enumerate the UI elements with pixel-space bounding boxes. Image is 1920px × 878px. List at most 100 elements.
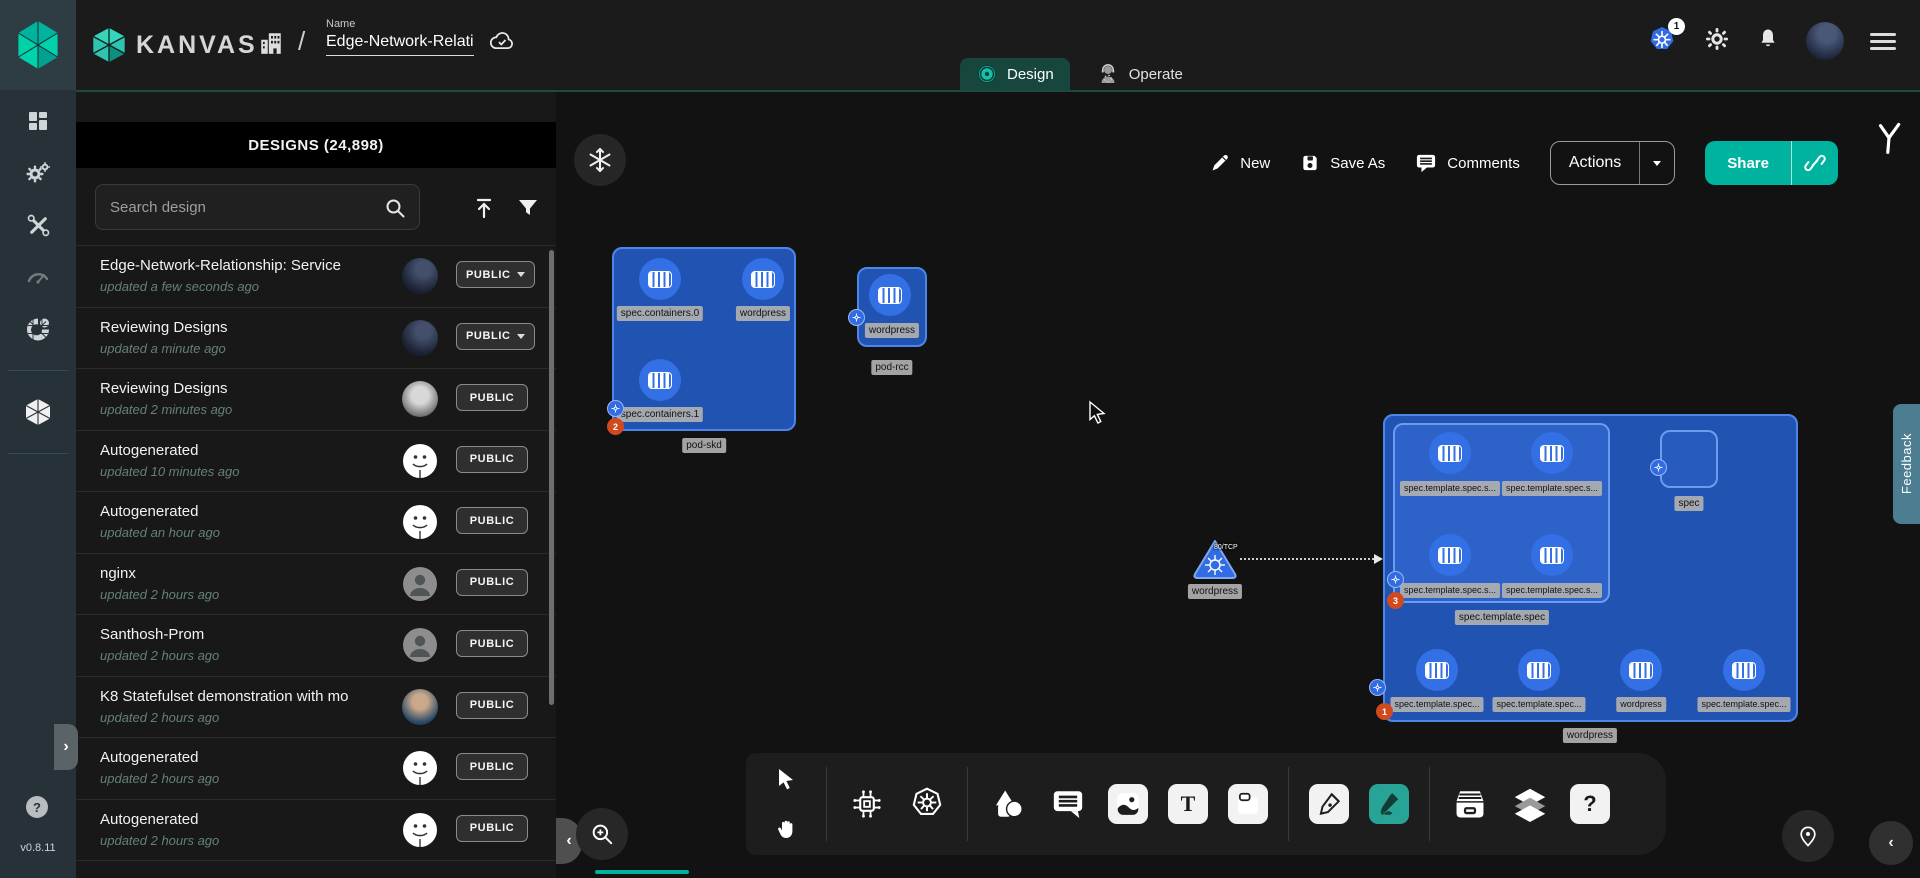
node-container[interactable] [869,274,911,316]
design-canvas[interactable]: New Save As Comments Actions Share spec.… [556,92,1920,878]
help-tool[interactable]: ? [1570,784,1610,824]
collapse-right-button[interactable]: ‹ [1869,821,1913,865]
design-name-input[interactable] [326,30,474,56]
visibility-badge[interactable]: PUBLIC [456,384,528,411]
designs-scrollbar[interactable] [549,250,554,705]
zoom-button[interactable] [576,808,628,860]
notifications-button[interactable] [1756,27,1780,56]
kubernetes-tool[interactable] [907,784,947,824]
shapes-tool[interactable] [988,784,1028,824]
tab-operate[interactable]: Operate [1080,58,1199,90]
node-container[interactable] [1531,432,1573,474]
design-search-input[interactable] [96,185,366,229]
node-container[interactable] [1518,649,1560,691]
text-tool[interactable]: T [1168,784,1208,824]
visibility-badge[interactable]: PUBLIC [456,815,528,842]
annotation-tool[interactable] [1048,784,1088,824]
k8s-badge[interactable] [1650,459,1667,476]
copy-link-button[interactable] [1792,141,1838,185]
user-avatar[interactable] [1806,22,1844,60]
error-badge[interactable]: 3 [1387,592,1404,609]
design-list-item[interactable]: Santhosh-Prom updated 2 hours ago PUBLIC [76,614,556,676]
design-list-item[interactable]: Reviewing Designs updated a minute ago P… [76,307,556,369]
design-list-item[interactable]: Reviewing Designs updated 2 minutes ago … [76,368,556,430]
meshery-logo[interactable] [0,0,76,90]
actions-dropdown[interactable] [1640,142,1674,184]
design-list-item[interactable]: Edge-Network-Relationship: Service updat… [76,245,556,307]
node-container[interactable] [639,258,681,300]
image-tool[interactable] [1108,784,1148,824]
freehand-draw-tool[interactable] [1369,784,1409,824]
sidebar-item-performance[interactable] [25,264,51,290]
node-container[interactable] [742,258,784,300]
sidebar-item-dashboard[interactable] [25,108,51,134]
design-list-item[interactable]: Autogenerated updated 10 minutes ago PUB… [76,430,556,492]
import-design-button[interactable] [471,195,497,221]
validate-button[interactable] [1874,122,1904,161]
visibility-badge[interactable]: PUBLIC [456,630,528,657]
pan-tool[interactable] [766,809,806,849]
avatar [402,443,438,479]
help-button[interactable]: ? [26,796,48,818]
design-list-item[interactable]: K8 Statefulset demonstration with mo upd… [76,676,556,738]
settings-button[interactable] [1704,26,1730,57]
feedback-tab[interactable]: Feedback [1893,404,1920,524]
node-container[interactable] [1620,649,1662,691]
sidebar-item-extensions[interactable] [25,316,51,342]
node-container[interactable] [1429,432,1471,474]
actions-split-button[interactable]: Actions [1550,141,1675,185]
components-tool[interactable] [847,784,887,824]
comments-button[interactable]: Comments [1415,153,1520,173]
search-icon[interactable] [383,196,407,225]
design-list-item[interactable]: Autogenerated updated 2 hours ago PUBLIC [76,737,556,799]
design-list-item[interactable]: Autogenerated updated an hour ago PUBLIC [76,491,556,553]
new-button[interactable]: New [1210,153,1270,173]
drawer-tool[interactable] [1450,784,1490,824]
k8s-badge[interactable] [1369,679,1386,696]
node-container[interactable] [1531,534,1573,576]
sidebar-item-lifecycle[interactable] [25,160,51,186]
layers-tool[interactable] [1510,784,1550,824]
sidebar-item-configuration[interactable] [25,212,51,238]
visibility-badge[interactable]: PUBLIC [456,507,528,534]
sidebar-expand-button[interactable]: › [54,724,78,770]
visibility-badge[interactable]: PUBLIC [456,261,535,288]
node-container[interactable] [1429,534,1471,576]
menu-button[interactable] [1870,33,1896,50]
visibility-badge[interactable]: PUBLIC [456,323,535,350]
select-tool[interactable] [766,759,806,799]
sticky-note-icon [1235,791,1261,817]
organization-button[interactable] [258,30,284,61]
tab-design[interactable]: Design [960,58,1070,90]
node-container[interactable] [1723,649,1765,691]
feedback-label: Feedback [1899,433,1914,494]
design-title: Reviewing Designs [100,319,366,336]
kanvas-brand[interactable]: KANVAS [92,26,258,64]
node-container[interactable] [1416,649,1458,691]
k8s-badge[interactable] [848,309,865,326]
design-list-item[interactable]: Autogenerated updated 2 hours ago PUBLIC [76,799,556,861]
k8s-context-switcher[interactable]: 1 [1646,25,1678,57]
design-list-item[interactable]: nginx updated 2 hours ago PUBLIC [76,553,556,615]
share-split-button[interactable]: Share [1705,141,1838,185]
visibility-badge[interactable]: PUBLIC [456,692,528,719]
node-container[interactable] [639,359,681,401]
visibility-badge[interactable]: PUBLIC [456,446,528,473]
pen-tool[interactable] [1309,784,1349,824]
sticky-note-tool[interactable] [1228,784,1268,824]
canvas-menu-button[interactable] [574,134,626,186]
dock-button[interactable] [1782,810,1834,862]
k8s-badge[interactable] [1387,571,1404,588]
error-badge[interactable]: 1 [1376,703,1393,720]
visibility-badge[interactable]: PUBLIC [456,753,528,780]
visibility-badge[interactable]: PUBLIC [456,569,528,596]
filter-designs-button[interactable] [515,195,541,221]
actions-label: Actions [1551,142,1639,184]
node-spec[interactable] [1660,430,1718,488]
k8s-badge[interactable] [607,400,624,417]
error-badge[interactable]: 2 [607,418,624,435]
node-pod-template[interactable] [1393,423,1610,603]
edge-service-to-deployment[interactable] [1240,558,1378,560]
sidebar-item-kanvas[interactable] [25,399,51,425]
save-as-button[interactable]: Save As [1300,153,1385,173]
